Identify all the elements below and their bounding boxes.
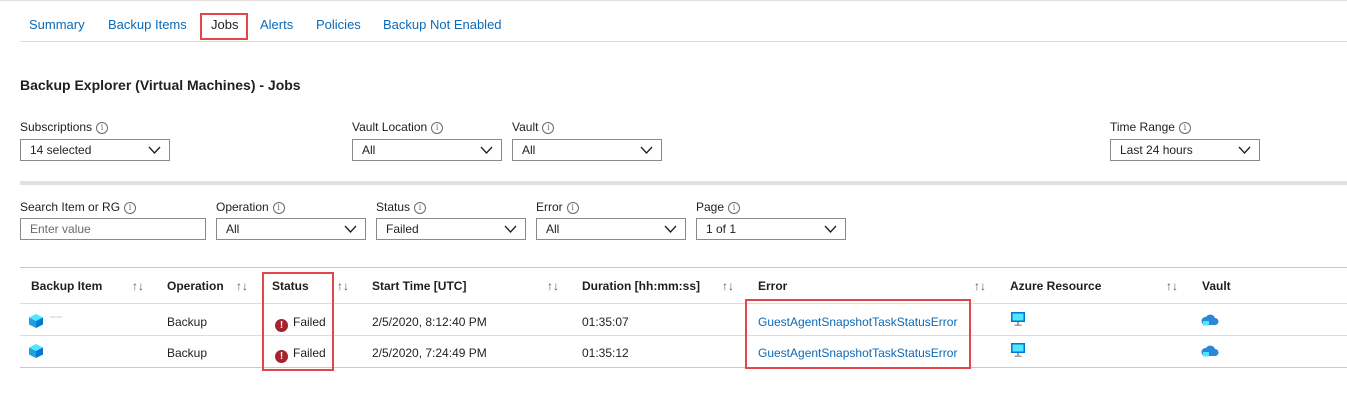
vault-value: All: [522, 143, 536, 157]
info-icon: i: [124, 202, 137, 214]
error-value: All: [546, 222, 560, 236]
vm-cube-icon: [29, 344, 43, 358]
start-time-cell: 2/5/2020, 7:24:49 PM: [372, 346, 487, 360]
column-header-azure-resource[interactable]: Azure Resource: [1010, 279, 1101, 293]
sort-icon[interactable]: ↑↓: [337, 279, 349, 293]
table-bottom-border: [20, 367, 1347, 368]
info-icon: i: [542, 122, 555, 134]
status-value: Failed: [386, 222, 419, 236]
status-dropdown[interactable]: Failed: [376, 218, 526, 240]
operation-cell: Backup: [167, 346, 208, 360]
subscriptions-label: Subscriptions i: [20, 120, 109, 134]
page-dropdown[interactable]: 1 of 1: [696, 218, 846, 240]
redacted-item-name: [50, 316, 62, 318]
page-label: Page i: [696, 200, 741, 214]
cloud-vault-icon: [1201, 314, 1219, 326]
row-divider: [20, 335, 1347, 336]
tab-backup-items[interactable]: Backup Items: [108, 17, 187, 32]
info-icon: i: [431, 122, 444, 134]
subscriptions-value: 14 selected: [30, 143, 92, 157]
time-range-label: Time Range i: [1110, 120, 1191, 134]
column-header-backup-item[interactable]: Backup Item: [31, 279, 102, 293]
search-label: Search Item or RG i: [20, 200, 137, 214]
sort-icon[interactable]: ↑↓: [1166, 279, 1178, 293]
error-column-highlight: [745, 299, 971, 369]
sort-icon[interactable]: ↑↓: [132, 279, 144, 293]
chevron-down-icon: [148, 146, 161, 154]
info-icon: i: [272, 202, 285, 214]
status-label: Status i: [376, 200, 427, 214]
info-icon: i: [728, 202, 741, 214]
info-icon: i: [414, 202, 427, 214]
cloud-vault-icon: [1201, 345, 1219, 357]
subscriptions-dropdown[interactable]: 14 selected: [20, 139, 170, 161]
chevron-down-icon: [824, 225, 837, 233]
info-icon: i: [1178, 122, 1191, 134]
vault-dropdown[interactable]: All: [512, 139, 662, 161]
error-dropdown[interactable]: All: [536, 218, 686, 240]
column-header-vault[interactable]: Vault: [1202, 279, 1231, 293]
column-header-duration[interactable]: Duration [hh:mm:ss]: [582, 279, 700, 293]
section-divider: [20, 181, 1347, 185]
column-header-start-time[interactable]: Start Time [UTC]: [372, 279, 466, 293]
search-input[interactable]: [20, 218, 206, 240]
chevron-down-icon: [504, 225, 517, 233]
monitor-icon: [1011, 343, 1025, 357]
error-label: Error i: [536, 200, 579, 214]
time-range-value: Last 24 hours: [1120, 143, 1193, 157]
chevron-down-icon: [344, 225, 357, 233]
info-icon: i: [566, 202, 579, 214]
status-column-highlight: [262, 272, 334, 371]
tab-summary[interactable]: Summary: [29, 17, 85, 32]
operation-cell: Backup: [167, 315, 208, 329]
chevron-down-icon: [640, 146, 653, 154]
vault-location-value: All: [362, 143, 376, 157]
sort-icon[interactable]: ↑↓: [547, 279, 559, 293]
vault-location-label: Vault Location i: [352, 120, 444, 134]
header-divider: [20, 303, 1347, 304]
duration-cell: 01:35:12: [582, 346, 629, 360]
column-header-error[interactable]: Error: [758, 279, 787, 293]
vm-cube-icon: [29, 314, 43, 328]
page-value: 1 of 1: [706, 222, 737, 236]
jobs-tab-highlight: [200, 13, 248, 40]
tab-policies[interactable]: Policies: [316, 17, 361, 32]
info-icon: i: [96, 122, 109, 134]
page-title: Backup Explorer (Virtual Machines) - Job…: [20, 77, 301, 93]
vault-location-dropdown[interactable]: All: [352, 139, 502, 161]
duration-cell: 01:35:07: [582, 315, 629, 329]
time-range-dropdown[interactable]: Last 24 hours: [1110, 139, 1260, 161]
chevron-down-icon: [480, 146, 493, 154]
monitor-icon: [1011, 312, 1025, 326]
chevron-down-icon: [664, 225, 677, 233]
chevron-down-icon: [1238, 146, 1251, 154]
column-header-operation[interactable]: Operation: [167, 279, 224, 293]
operation-label: Operation i: [216, 200, 285, 214]
sort-icon[interactable]: ↑↓: [722, 279, 734, 293]
operation-value: All: [226, 222, 240, 236]
start-time-cell: 2/5/2020, 8:12:40 PM: [372, 315, 487, 329]
vault-label: Vault i: [512, 120, 555, 134]
table-top-border: [20, 267, 1347, 268]
sort-icon[interactable]: ↑↓: [974, 279, 986, 293]
sort-icon[interactable]: ↑↓: [236, 279, 248, 293]
operation-dropdown[interactable]: All: [216, 218, 366, 240]
top-border: [0, 0, 1347, 1]
tab-alerts[interactable]: Alerts: [260, 17, 293, 32]
tab-backup-not-enabled[interactable]: Backup Not Enabled: [383, 17, 502, 32]
